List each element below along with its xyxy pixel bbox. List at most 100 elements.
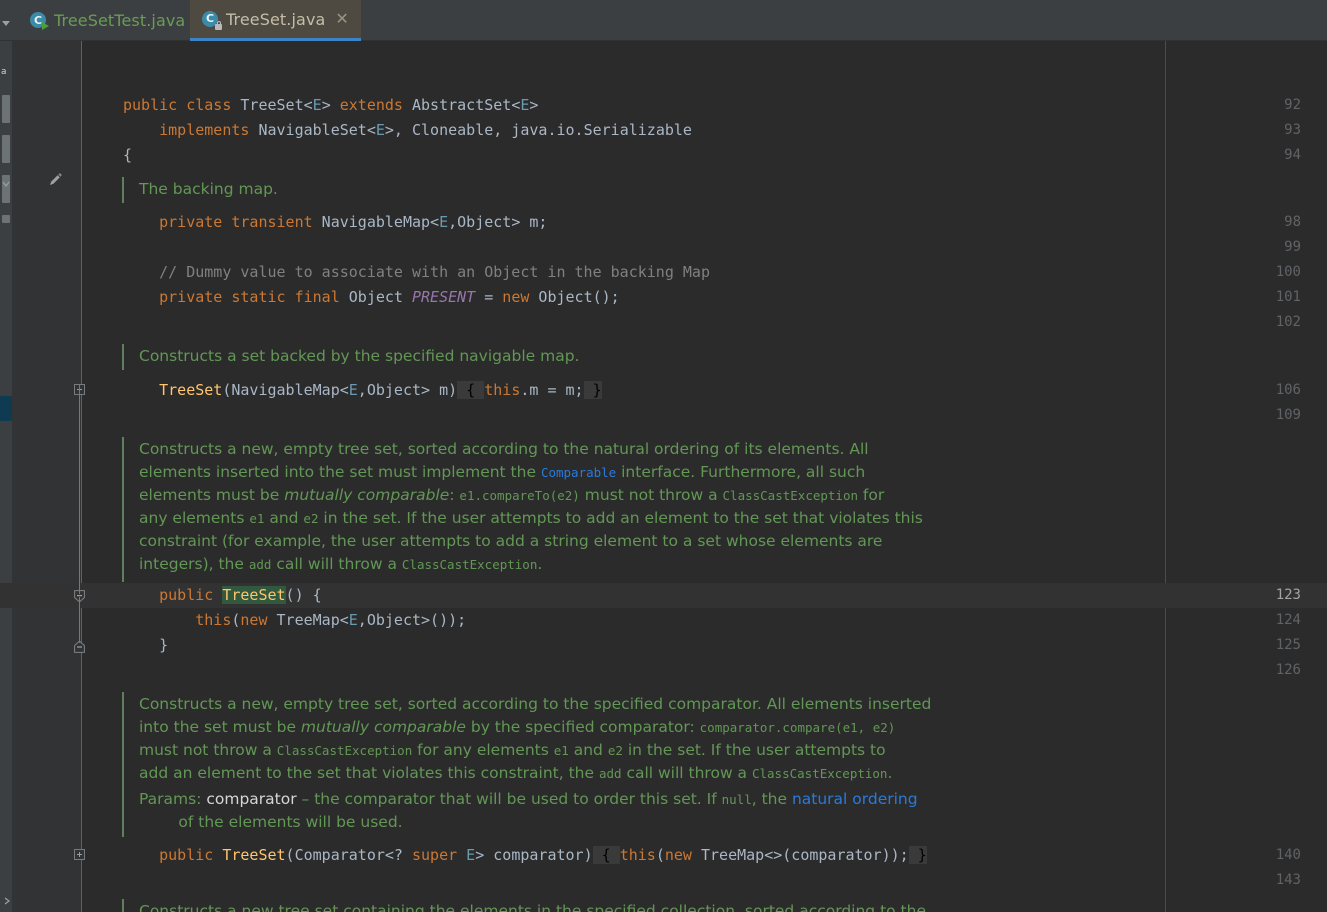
- code-token: private: [159, 288, 232, 306]
- doc-token: and: [264, 509, 304, 527]
- annotation-mark: [2, 215, 10, 223]
- code-token: (: [655, 846, 665, 864]
- doc-token: add: [248, 557, 272, 572]
- doc-token: of the elements will be used.: [139, 813, 403, 831]
- code-line: private transient NavigableMap<E,Object>…: [159, 210, 547, 235]
- line-number: 143: [1275, 872, 1301, 888]
- doc-token: comparator.compare(e1, e2): [699, 720, 896, 735]
- doc-token: – the comparator that will be used to or…: [296, 790, 722, 808]
- annotation-strip[interactable]: a: [0, 41, 12, 912]
- doc-token: comparator: [206, 790, 297, 808]
- doc-comment-bar: [122, 344, 124, 370]
- code-token: new: [664, 846, 701, 864]
- code-token: >, Cloneable, java.io.Serializable: [384, 121, 692, 139]
- annotation-mark: [2, 95, 10, 123]
- doc-comment-line: must not throw a ClassCastException for …: [139, 739, 886, 762]
- doc-comment-bar: [122, 437, 124, 582]
- doc-comment-line: into the set must be mutually comparable…: [139, 716, 895, 739]
- code-token: (NavigableMap<: [222, 381, 349, 399]
- code-token: static: [231, 288, 295, 306]
- java-class-run-icon: [30, 12, 49, 30]
- doc-comment-line: constraint (for example, the user attemp…: [139, 530, 882, 553]
- editor-area[interactable]: a 92 93 94 98 99 100 101 102 106 109 123 124 125 126 1…: [0, 41, 1327, 912]
- code-token: {: [123, 146, 133, 164]
- doc-token: mutually comparable: [284, 486, 450, 504]
- doc-comment-line: integers), the add call will throw a Cla…: [139, 553, 542, 576]
- line-number: 93: [1284, 122, 1301, 138]
- code-token: E: [312, 96, 322, 114]
- line-number: 100: [1275, 264, 1301, 280]
- doc-token: add an element to the set that violates …: [139, 764, 599, 782]
- doc-comment-bar: [122, 177, 124, 203]
- doc-token: in the set. If the user attempts to add …: [318, 509, 923, 527]
- code-line: public class TreeSet<E> extends Abstract…: [123, 93, 538, 118]
- doc-token: Params:: [139, 790, 207, 808]
- code-token: public: [123, 96, 187, 114]
- line-number: 125: [1275, 637, 1301, 653]
- doc-token: integers), the: [139, 555, 249, 573]
- tab-treeset-java[interactable]: TreeSet.java ✕: [190, 0, 361, 41]
- code-token: E: [439, 213, 449, 231]
- doc-token: must not throw a: [139, 741, 277, 759]
- code-token: }: [583, 381, 602, 399]
- code-token: Object: [348, 288, 412, 306]
- doc-token: constraint (for example, the user attemp…: [139, 532, 883, 550]
- doc-token: ClassCastException: [401, 557, 538, 572]
- code-line: TreeSet(NavigableMap<E,Object> m) { this…: [159, 378, 602, 403]
- code-line: public TreeSet() {: [159, 583, 322, 608]
- chevron-right-icon[interactable]: [2, 896, 11, 906]
- code-token: NavigableMap: [321, 213, 431, 231]
- doc-comment-line: add an element to the set that violates …: [139, 762, 892, 785]
- doc-token: Constructs a new, empty tree set, sorted…: [139, 695, 932, 713]
- doc-token: elements inserted into the set must impl…: [139, 463, 541, 481]
- doc-token: ClassCastException: [751, 766, 888, 781]
- doc-token: e1: [553, 743, 569, 758]
- line-number: 92: [1284, 97, 1301, 113]
- code-token: <: [366, 121, 376, 139]
- doc-token: .: [537, 555, 543, 573]
- code-token: <: [303, 96, 313, 114]
- line-number: 109: [1275, 407, 1301, 423]
- code-token: ,Object>());: [357, 611, 467, 629]
- doc-token[interactable]: natural ordering: [792, 790, 918, 808]
- doc-comment-bar: [122, 899, 124, 912]
- pencil-icon[interactable]: [47, 172, 63, 188]
- doc-token: in the set. If the user attempts to: [622, 741, 886, 759]
- code-token: TreeSet: [240, 96, 304, 114]
- doc-comment-line: elements must be mutually comparable: e1…: [139, 484, 884, 507]
- doc-token: into the set must be: [139, 718, 301, 736]
- doc-token: elements must be: [139, 486, 285, 504]
- code-token: TreeSet: [222, 846, 286, 864]
- code-token: public: [159, 846, 223, 864]
- line-number: 140: [1275, 847, 1301, 863]
- doc-comment-line: Constructs a set backed by the specified…: [139, 345, 579, 368]
- line-number: 123: [1275, 587, 1301, 603]
- code-token: ,Object> m): [357, 381, 458, 399]
- doc-comment-line: The backing map.: [139, 178, 278, 201]
- code-token: >: [321, 96, 340, 114]
- doc-token[interactable]: Comparable: [541, 465, 616, 480]
- code-token: new: [240, 611, 277, 629]
- code-token: class: [186, 96, 241, 114]
- caret-line-gutter-highlight: [12, 583, 81, 608]
- line-number: 98: [1284, 214, 1301, 230]
- code-token: this: [484, 381, 521, 399]
- code-line: implements NavigableSet<E>, Cloneable, j…: [159, 118, 692, 143]
- java-class-readonly-icon: [202, 10, 222, 30]
- code-token: m;: [529, 213, 548, 231]
- annotation-mark: [2, 135, 10, 163]
- tab-label: TreeSetTest.java: [54, 11, 186, 30]
- doc-token: and: [568, 741, 608, 759]
- fold-expand-icon[interactable]: [74, 849, 85, 860]
- line-number: 126: [1275, 662, 1301, 678]
- tab-scroll-left-icon[interactable]: [0, 14, 12, 26]
- doc-token: e1: [249, 511, 265, 526]
- doc-token: must not throw a: [579, 486, 723, 504]
- code-line: private static final Object PRESENT = ne…: [159, 285, 620, 310]
- code-line: public TreeSet(Comparator<? super E> com…: [159, 843, 927, 868]
- code-token: implements: [159, 121, 259, 139]
- chevron-down-icon[interactable]: [1, 179, 11, 189]
- close-icon[interactable]: ✕: [335, 11, 348, 27]
- tab-label: TreeSet.java: [226, 9, 326, 29]
- doc-token: null: [721, 792, 752, 807]
